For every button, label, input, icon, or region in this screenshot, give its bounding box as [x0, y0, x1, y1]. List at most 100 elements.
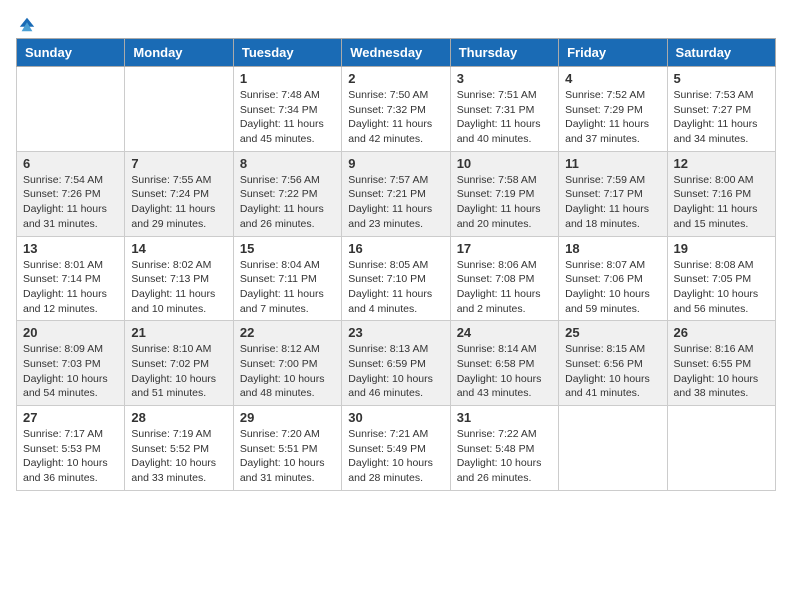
calendar-cell: 3Sunrise: 7:51 AMSunset: 7:31 PMDaylight… [450, 67, 558, 152]
day-number: 27 [23, 410, 118, 425]
day-info: Daylight: 10 hours and 46 minutes. [348, 372, 443, 401]
calendar-cell: 10Sunrise: 7:58 AMSunset: 7:19 PMDayligh… [450, 151, 558, 236]
day-info: Sunrise: 7:52 AM [565, 88, 660, 103]
day-info: Sunrise: 8:12 AM [240, 342, 335, 357]
day-info: Sunset: 7:00 PM [240, 357, 335, 372]
day-number: 20 [23, 325, 118, 340]
day-info: Sunset: 7:11 PM [240, 272, 335, 287]
day-info: Daylight: 11 hours and 12 minutes. [23, 287, 118, 316]
day-info: Daylight: 11 hours and 7 minutes. [240, 287, 335, 316]
day-number: 24 [457, 325, 552, 340]
calendar-cell: 19Sunrise: 8:08 AMSunset: 7:05 PMDayligh… [667, 236, 775, 321]
day-info: Sunrise: 7:58 AM [457, 173, 552, 188]
day-info: Sunrise: 8:06 AM [457, 258, 552, 273]
day-info: Sunrise: 7:50 AM [348, 88, 443, 103]
day-info: Sunset: 7:26 PM [23, 187, 118, 202]
day-info: Sunset: 7:03 PM [23, 357, 118, 372]
calendar-cell: 28 Sunrise: 7:19 AMSunset: 5:52 PMDayligh… [125, 406, 233, 491]
day-info: Sunset: 5:48 PM [457, 442, 552, 457]
calendar-cell: 15Sunrise: 8:04 AMSunset: 7:11 PMDayligh… [233, 236, 341, 321]
day-info: Sunset: 7:21 PM [348, 187, 443, 202]
day-number: 12 [674, 156, 769, 171]
day-info: Daylight: 11 hours and 37 minutes. [565, 117, 660, 146]
day-number: 14 [131, 241, 226, 256]
day-info: Daylight: 10 hours and 41 minutes. [565, 372, 660, 401]
day-number: 3 [457, 71, 552, 86]
day-number: 2 [348, 71, 443, 86]
day-info: Sunrise: 8:07 AM [565, 258, 660, 273]
calendar-cell: 6Sunrise: 7:54 AMSunset: 7:26 PMDaylight… [17, 151, 125, 236]
day-info: Daylight: 11 hours and 10 minutes. [131, 287, 226, 316]
day-info: Sunrise: 8:00 AM [674, 173, 769, 188]
day-info: Daylight: 11 hours and 42 minutes. [348, 117, 443, 146]
day-info: Sunrise: 8:10 AM [131, 342, 226, 357]
day-number: 16 [348, 241, 443, 256]
day-number: 5 [674, 71, 769, 86]
day-info: Daylight: 11 hours and 15 minutes. [674, 202, 769, 231]
day-info: Sunset: 5:53 PM [23, 442, 118, 457]
day-header-saturday: Saturday [667, 39, 775, 67]
day-info: Sunset: 7:17 PM [565, 187, 660, 202]
day-number: 4 [565, 71, 660, 86]
calendar-cell [125, 67, 233, 152]
day-info: Sunrise: 7:55 AM [131, 173, 226, 188]
day-number: 21 [131, 325, 226, 340]
day-info: Daylight: 10 hours and 43 minutes. [457, 372, 552, 401]
day-info: Daylight: 10 hours and 54 minutes. [23, 372, 118, 401]
calendar-cell: 4Sunrise: 7:52 AMSunset: 7:29 PMDaylight… [559, 67, 667, 152]
day-info: Sunset: 7:27 PM [674, 103, 769, 118]
calendar-cell: 11 Sunrise: 7:59 AMSunset: 7:17 PMDayligh… [559, 151, 667, 236]
day-header-thursday: Thursday [450, 39, 558, 67]
day-info: Sunset: 7:31 PM [457, 103, 552, 118]
day-info: Sunrise: 8:05 AM [348, 258, 443, 273]
calendar-cell: 16 Sunrise: 8:05 AMSunset: 7:10 PMDayligh… [342, 236, 450, 321]
day-info: Daylight: 10 hours and 51 minutes. [131, 372, 226, 401]
day-number: 7 [131, 156, 226, 171]
calendar-cell: 25Sunrise: 8:15 AMSunset: 6:56 PMDayligh… [559, 321, 667, 406]
calendar-cell: 8Sunrise: 7:56 AMSunset: 7:22 PMDaylight… [233, 151, 341, 236]
calendar-cell: 27Sunrise: 7:17 AMSunset: 5:53 PMDayligh… [17, 406, 125, 491]
day-info: Sunrise: 7:22 AM [457, 427, 552, 442]
day-info: Sunrise: 7:54 AM [23, 173, 118, 188]
day-info: Sunset: 6:59 PM [348, 357, 443, 372]
day-number: 22 [240, 325, 335, 340]
day-number: 28 [131, 410, 226, 425]
day-info: Daylight: 10 hours and 38 minutes. [674, 372, 769, 401]
day-info: Daylight: 11 hours and 18 minutes. [565, 202, 660, 231]
day-info: Daylight: 10 hours and 56 minutes. [674, 287, 769, 316]
day-info: Sunrise: 7:17 AM [23, 427, 118, 442]
day-info: Sunset: 7:10 PM [348, 272, 443, 287]
calendar-table: SundayMondayTuesdayWednesdayThursdayFrid… [16, 38, 776, 491]
day-info: Sunrise: 7:59 AM [565, 173, 660, 188]
day-info: Sunrise: 7:21 AM [348, 427, 443, 442]
day-number: 8 [240, 156, 335, 171]
calendar-cell: 5Sunrise: 7:53 AMSunset: 7:27 PMDaylight… [667, 67, 775, 152]
day-number: 25 [565, 325, 660, 340]
calendar-cell: 18Sunrise: 8:07 AMSunset: 7:06 PMDayligh… [559, 236, 667, 321]
calendar-cell: 9Sunrise: 7:57 AMSunset: 7:21 PMDaylight… [342, 151, 450, 236]
day-info: Sunset: 7:22 PM [240, 187, 335, 202]
day-number: 11 [565, 156, 660, 171]
day-header-wednesday: Wednesday [342, 39, 450, 67]
day-number: 18 [565, 241, 660, 256]
day-number: 15 [240, 241, 335, 256]
day-info: Daylight: 11 hours and 4 minutes. [348, 287, 443, 316]
calendar-cell: 29Sunrise: 7:20 AMSunset: 5:51 PMDayligh… [233, 406, 341, 491]
day-number: 26 [674, 325, 769, 340]
calendar-week-row: 20Sunrise: 8:09 AMSunset: 7:03 PMDayligh… [17, 321, 776, 406]
day-info: Sunrise: 8:02 AM [131, 258, 226, 273]
day-info: Sunrise: 7:48 AM [240, 88, 335, 103]
calendar-cell: 14Sunrise: 8:02 AMSunset: 7:13 PMDayligh… [125, 236, 233, 321]
day-info: Daylight: 10 hours and 28 minutes. [348, 456, 443, 485]
day-info: Sunset: 5:52 PM [131, 442, 226, 457]
day-info: Sunset: 7:05 PM [674, 272, 769, 287]
calendar-week-row: 6Sunrise: 7:54 AMSunset: 7:26 PMDaylight… [17, 151, 776, 236]
calendar-cell: 22Sunrise: 8:12 AMSunset: 7:00 PMDayligh… [233, 321, 341, 406]
day-info: Daylight: 11 hours and 34 minutes. [674, 117, 769, 146]
day-info: Sunrise: 7:19 AM [131, 427, 226, 442]
day-info: Sunset: 7:14 PM [23, 272, 118, 287]
day-header-friday: Friday [559, 39, 667, 67]
day-number: 9 [348, 156, 443, 171]
day-info: Daylight: 10 hours and 33 minutes. [131, 456, 226, 485]
calendar-cell: 17Sunrise: 8:06 AMSunset: 7:08 PMDayligh… [450, 236, 558, 321]
